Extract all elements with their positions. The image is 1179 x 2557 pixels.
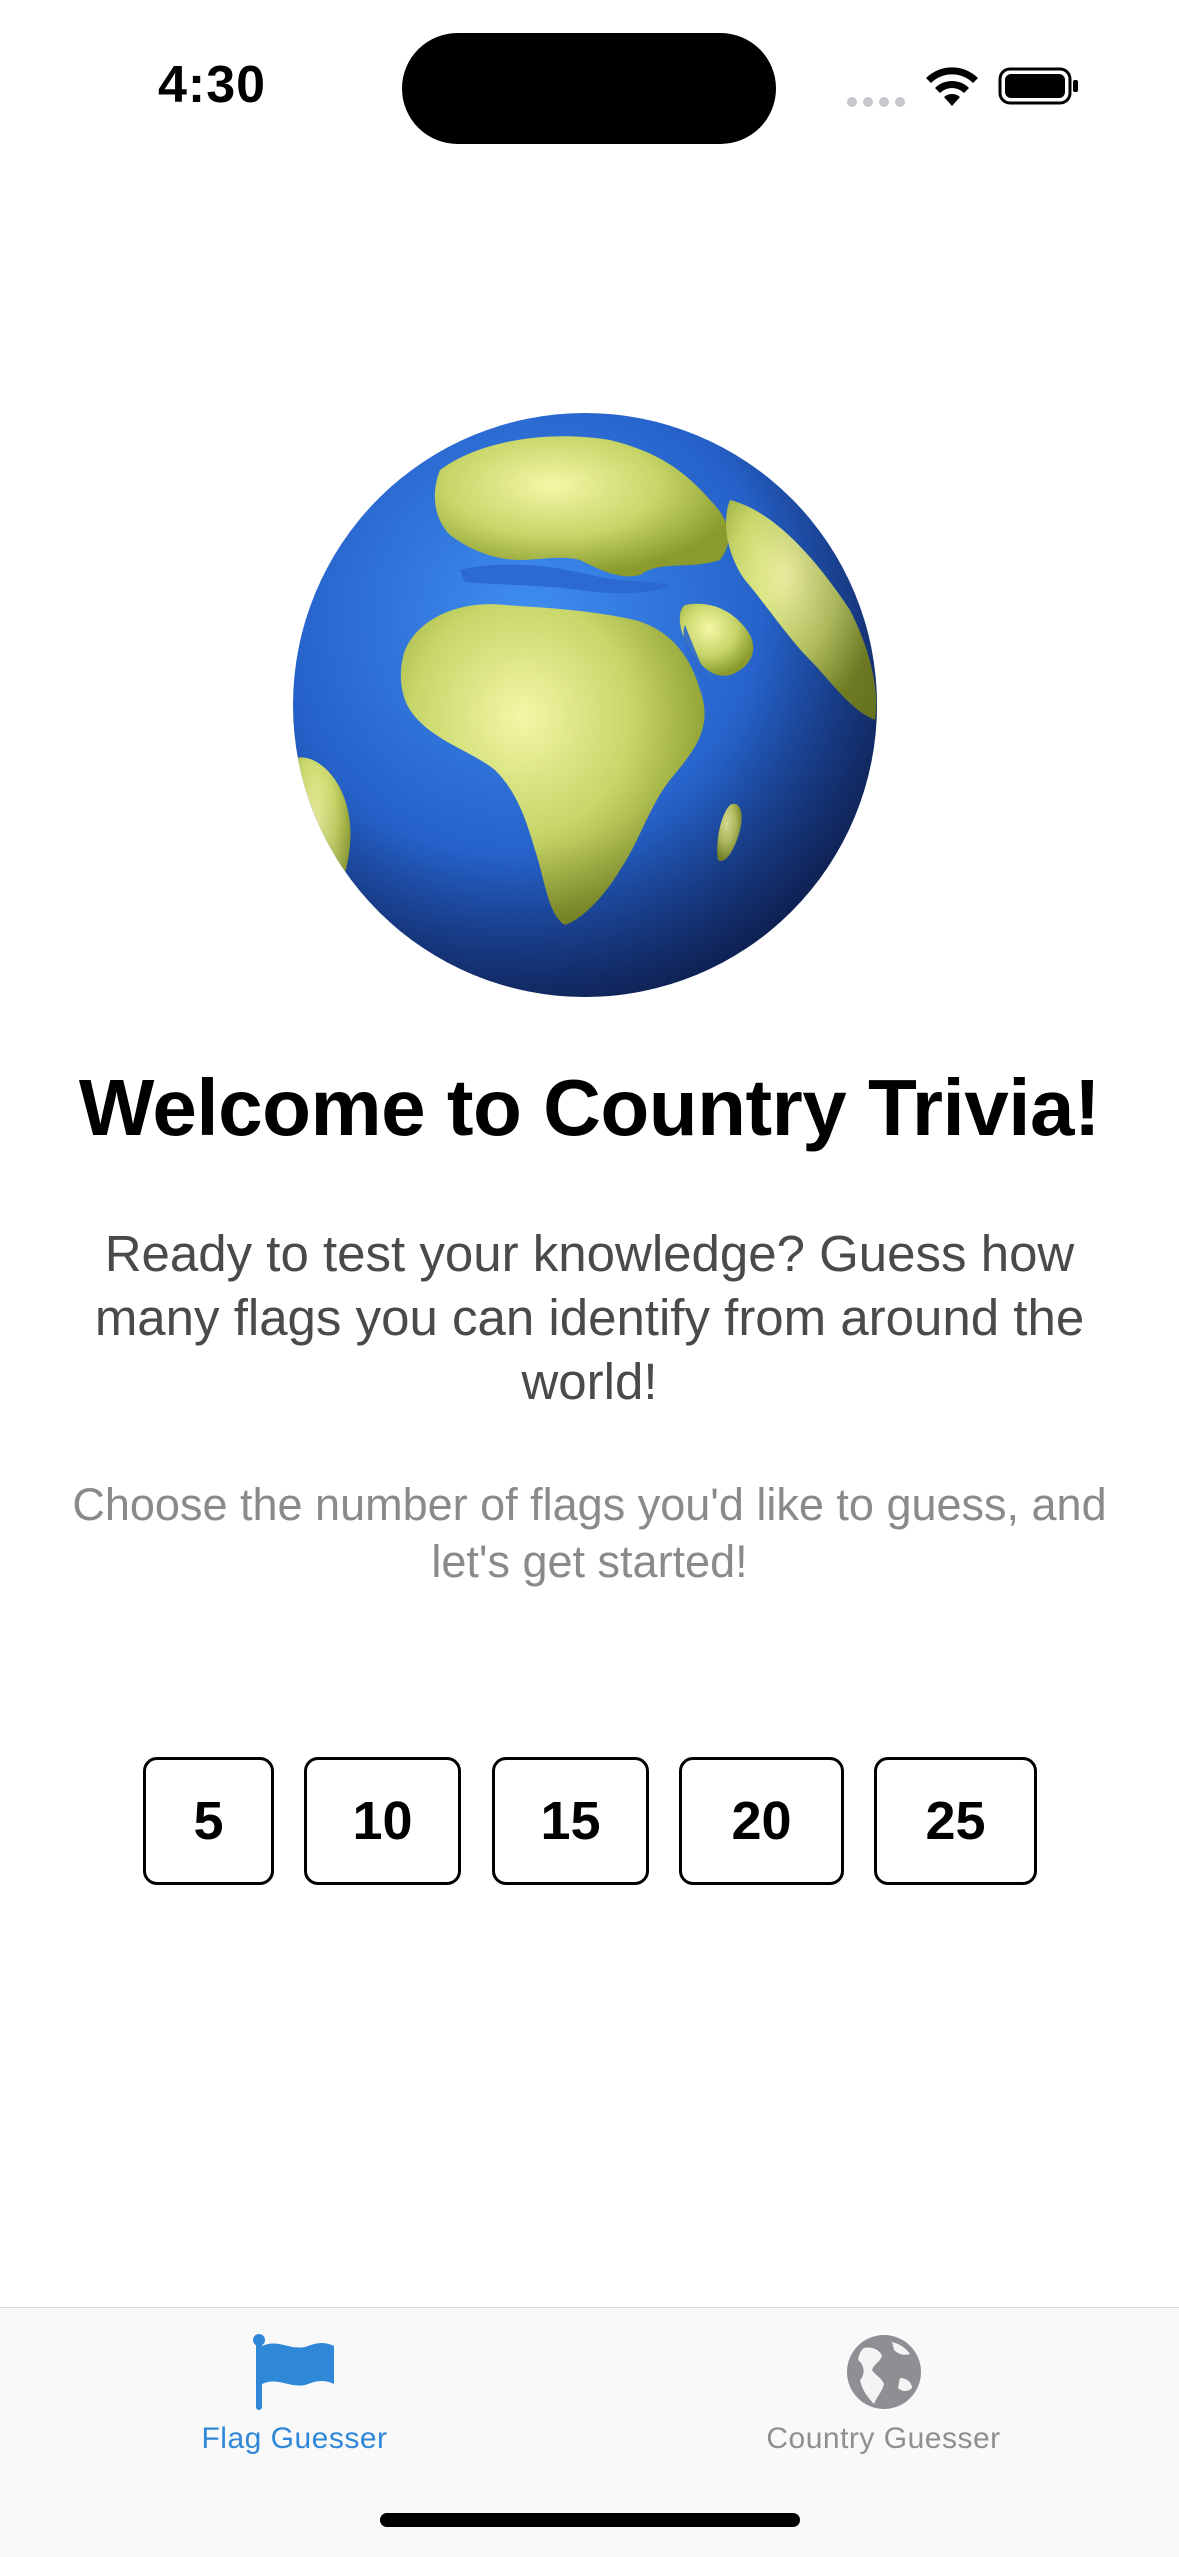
wifi-icon: [926, 67, 978, 106]
status-time: 4:30: [158, 56, 267, 114]
intro-text: Ready to test your knowledge? Guess how …: [94, 1225, 1085, 1410]
welcome-title: Welcome to Country Trivia!: [78, 1063, 1101, 1152]
globe-emoji-image: [293, 413, 877, 997]
globe-icon: [847, 2335, 921, 2409]
instruction-text: Choose the number of flags you'd like to…: [72, 1479, 1107, 1587]
choice-25-button[interactable]: 25: [874, 1757, 1037, 1885]
tab-label-flag-guesser: Flag Guesser: [201, 2422, 388, 2455]
cellular-signal-icon: [847, 97, 905, 107]
home-indicator: [380, 2513, 800, 2527]
tab-country-guesser[interactable]: Country Guesser: [589, 2308, 1178, 2478]
choice-20-button[interactable]: 20: [679, 1757, 844, 1885]
tab-flag-guesser[interactable]: Flag Guesser: [0, 2308, 589, 2478]
flag-icon: [253, 2334, 334, 2410]
dynamic-island: [402, 33, 776, 144]
choice-10-button[interactable]: 10: [304, 1757, 461, 1885]
battery-icon: [998, 67, 1078, 105]
tab-label-country-guesser: Country Guesser: [766, 2422, 1001, 2455]
choice-15-button[interactable]: 15: [492, 1757, 649, 1885]
choice-5-button[interactable]: 5: [143, 1757, 274, 1885]
